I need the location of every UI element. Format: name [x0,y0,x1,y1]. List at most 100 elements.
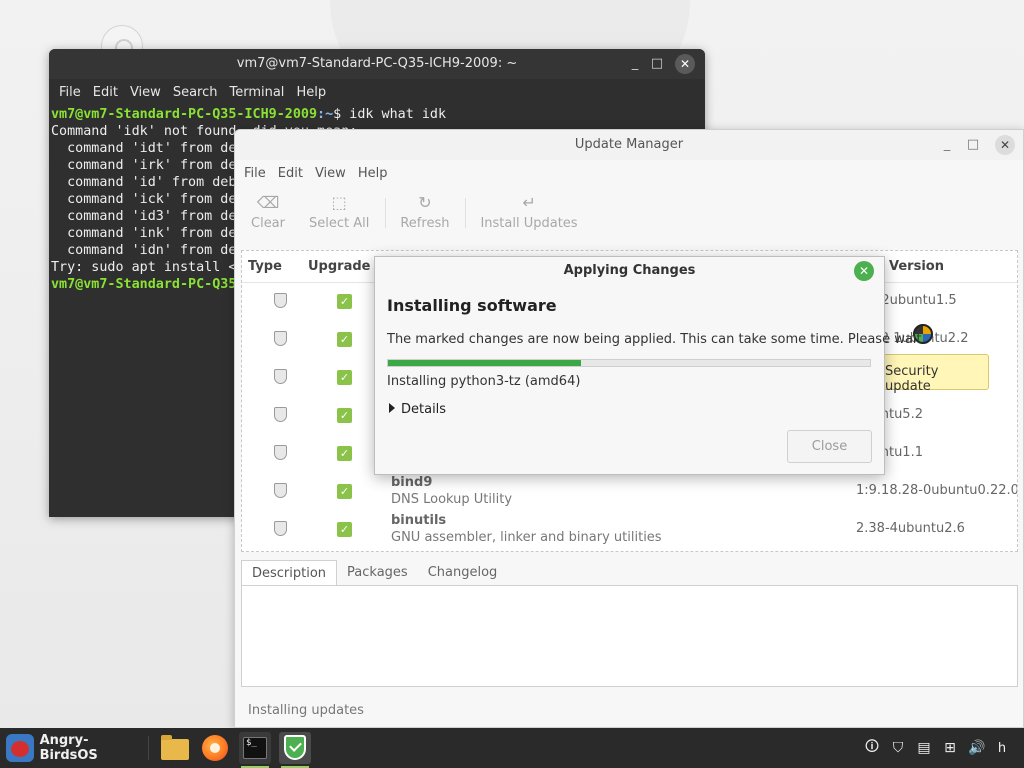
upgrade-checkbox[interactable]: ✓ [337,522,352,537]
menu-file[interactable]: File [238,166,272,181]
progress-fill [388,360,581,366]
package-version: 2.38-4ubuntu2.6 [856,521,965,536]
tooltip: Security update [873,354,989,394]
package-name: binutils [391,513,447,528]
start-menu-button[interactable]: Angry-BirdsOS [0,728,145,768]
details-expander[interactable]: Details [389,402,446,417]
clear-label: Clear [251,216,285,231]
firefox-launcher[interactable] [199,732,231,764]
applying-changes-dialog[interactable]: Applying Changes ✕ Installing software T… [374,256,926,475]
files-launcher[interactable] [159,732,191,764]
shield-icon [274,407,287,422]
close-icon[interactable]: ✕ [995,135,1015,155]
upgrade-checkbox[interactable]: ✓ [337,446,352,461]
menu-help[interactable]: Help [352,166,394,181]
description-panel[interactable] [241,585,1018,687]
shield-icon [274,331,287,346]
column-upgrade[interactable]: Upgrade [308,259,370,274]
upgrade-checkbox[interactable]: ✓ [337,484,352,499]
terminal-command: $ idk what idk [333,107,447,122]
terminal-menubar: File Edit View Search Terminal Help [49,79,705,105]
refresh-icon: ↻ [418,193,432,212]
menu-edit[interactable]: Edit [87,85,124,100]
menu-terminal[interactable]: Terminal [223,85,290,100]
package-name: bind9 [391,475,433,490]
dialog-message: The marked changes are now being applied… [387,332,926,347]
maximize-icon[interactable]: □ [647,54,667,74]
terminal-title: vm7@vm7-Standard-PC-Q35-ICH9-2009: ~ [236,56,518,71]
clock[interactable]: h [994,741,1010,756]
taskbar: Angry-BirdsOS $_ 🛈 ⛉ ▤ ⊞ 🔊 h [0,728,1024,768]
menu-view[interactable]: View [309,166,352,181]
close-icon[interactable]: ✕ [675,54,695,74]
column-type[interactable]: Type [248,259,282,274]
select-all-icon: ⬚ [331,193,347,212]
refresh-button[interactable]: ↻ Refresh [392,186,457,232]
package-description: GNU assembler, linker and binary utiliti… [391,530,662,545]
folder-icon [161,735,189,760]
system-tray: 🛈 ⛉ ▤ ⊞ 🔊 h [864,728,1024,768]
table-row[interactable]: ✓ bind9 DNS Lookup Utility 1:9.18.28-0ub… [242,473,1017,511]
start-menu-label: Angry-BirdsOS [39,733,98,763]
dialog-titlebar[interactable]: Applying Changes ✕ [375,257,884,285]
tab-description[interactable]: Description [241,560,338,586]
update-manager-toolbar: ⌫ Clear ⬚ Select All ↻ Refresh ↵ Install… [235,186,1023,236]
install-updates-label: Install Updates [480,216,578,231]
toolbar-separator [465,198,467,228]
firefox-icon [202,735,228,761]
update-manager-task[interactable] [279,732,311,768]
menu-search[interactable]: Search [167,85,224,100]
minimize-icon[interactable]: _ [937,135,957,155]
upgrade-checkbox[interactable]: ✓ [337,332,352,347]
terminal-titlebar[interactable]: vm7@vm7-Standard-PC-Q35-ICH9-2009: ~ _ □… [49,49,705,79]
clear-button[interactable]: ⌫ Clear [243,186,293,232]
package-description: DNS Lookup Utility [391,492,513,507]
angry-bird-logo-icon [6,734,34,762]
status-text: Installing updates [248,703,364,718]
select-all-label: Select All [309,216,370,231]
upgrade-checkbox[interactable]: ✓ [337,370,352,385]
minimize-icon[interactable]: _ [625,54,645,74]
upgrade-checkbox[interactable]: ✓ [337,408,352,423]
details-label: Details [401,402,447,417]
clipboard-icon[interactable]: ▤ [916,740,932,756]
shield-icon [274,293,287,308]
tab-packages[interactable]: Packages [337,560,418,586]
shield-icon [274,369,287,384]
prompt-path: :~ [317,107,334,122]
terminal-line: vm7@vm7-Standard-PC-Q35-ICH9-2009:~$ idk… [51,106,703,123]
expand-triangle-icon [389,403,395,413]
menu-view[interactable]: View [124,85,167,100]
update-manager-title: Update Manager [574,137,684,152]
dialog-heading: Installing software [387,296,557,315]
menu-help[interactable]: Help [290,85,332,100]
tab-changelog[interactable]: Changelog [418,560,508,586]
notification-icon[interactable]: 🛈 [864,736,880,760]
dialog-title: Applying Changes [563,263,696,278]
progress-bar [387,359,871,367]
taskbar-divider [148,736,149,760]
install-updates-button[interactable]: ↵ Install Updates [472,186,585,232]
menu-edit[interactable]: Edit [272,166,309,181]
menu-file[interactable]: File [53,85,87,100]
toolbar-separator [385,198,387,228]
upgrade-checkbox[interactable]: ✓ [337,294,352,309]
maximize-icon[interactable]: □ [963,135,983,155]
package-version: 1:9.18.28-0ubuntu0.22.04. [856,483,1018,498]
close-icon[interactable]: ✕ [854,261,874,281]
column-version[interactable]: Version [889,259,944,274]
shield-icon [284,735,306,760]
eraser-icon: ⌫ [256,193,280,212]
shield-tray-icon[interactable]: ⛉ [890,740,906,756]
select-all-button[interactable]: ⬚ Select All [301,186,377,232]
update-manager-titlebar[interactable]: Update Manager _ □ ✕ [235,130,1023,160]
network-icon[interactable]: ⊞ [942,740,958,756]
volume-icon[interactable]: 🔊 [968,740,985,756]
detail-tabs: Description Packages Changelog [241,560,507,586]
terminal-task[interactable]: $_ [239,732,271,768]
table-row[interactable]: ✓ binutils GNU assembler, linker and bin… [242,511,1017,549]
close-button[interactable]: Close [787,430,872,463]
prompt-user: vm7@vm7-Standard-PC-Q35-ICH9-2009 [51,107,318,122]
shield-icon [274,445,287,460]
shield-icon [274,483,287,498]
